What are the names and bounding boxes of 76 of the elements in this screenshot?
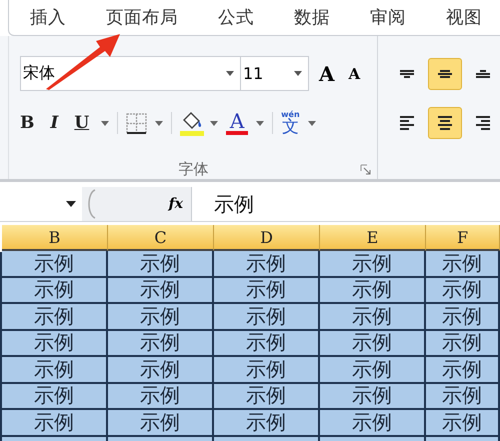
table-cell: 示例	[2, 330, 108, 357]
ribbon-tab[interactable]: 公式	[198, 0, 274, 36]
table-cell: 示例	[320, 330, 426, 357]
column-header[interactable]: E	[320, 225, 426, 251]
align-lines-icon	[397, 114, 417, 132]
table-cell: 示例	[426, 357, 500, 384]
group-label: 字体	[178, 160, 208, 179]
caret-icon[interactable]	[101, 120, 110, 126]
middle-align-button[interactable]	[428, 58, 462, 90]
italic-button[interactable]: I	[50, 113, 58, 133]
caret-icon	[226, 71, 234, 76]
ribbon-tab[interactable]: 视图	[426, 0, 500, 36]
table-cell: 示例	[426, 278, 500, 304]
table-cell: 示例	[214, 251, 320, 278]
table-cell: 示例	[2, 304, 108, 330]
table-cell: 示例	[108, 330, 214, 357]
font-name-dropdown[interactable]: 宋体	[20, 56, 241, 91]
grow-font-button[interactable]: A	[319, 62, 341, 86]
table-cell: 示例	[214, 384, 320, 410]
align-lines-icon	[397, 70, 417, 78]
table-cell: 示例	[320, 278, 426, 304]
column-header[interactable]: F	[426, 225, 500, 251]
ribbon-tab[interactable]: 审阅	[350, 0, 426, 36]
table-cell: 示例	[320, 251, 426, 278]
caret-icon[interactable]	[256, 120, 264, 126]
table-cell: 示例	[108, 278, 214, 304]
font-color-button[interactable]: A	[226, 111, 248, 135]
align-lines-icon	[435, 70, 455, 78]
align-lines-icon	[473, 70, 493, 78]
underline-button[interactable]: U	[74, 113, 90, 133]
bold-button[interactable]: B	[20, 113, 34, 133]
caret-icon[interactable]	[308, 120, 316, 126]
column-header[interactable]: B	[2, 225, 108, 251]
table-cell: 示例	[2, 357, 108, 384]
caret-icon[interactable]	[210, 120, 218, 126]
align-lines-icon	[435, 114, 455, 132]
table-cell: 示例	[320, 410, 426, 436]
table-cell: 示例	[214, 410, 320, 436]
table-cell: 示例	[214, 278, 320, 304]
table-cell: 示例	[426, 410, 500, 436]
table-cell: 示例	[108, 410, 214, 436]
table-cell: 示例	[2, 384, 108, 410]
center-align-button[interactable]	[428, 107, 462, 139]
table-cell: 示例	[214, 330, 320, 357]
table-cell: 示例	[108, 251, 214, 278]
table-cell: 示例	[426, 330, 500, 357]
column-header[interactable]: D	[214, 225, 320, 251]
caret-icon	[294, 71, 302, 76]
fill-color-icon[interactable]	[180, 110, 204, 136]
table-cell: 示例	[426, 304, 500, 330]
font-size-dropdown[interactable]: 11	[241, 56, 309, 91]
formula-input[interactable]: 示例	[214, 190, 254, 218]
table-cell: 示例	[108, 304, 214, 330]
table-cell: 示例	[108, 357, 214, 384]
table-cell: 示例	[320, 384, 426, 410]
caret-icon[interactable]	[155, 120, 164, 126]
table-cell: 示例	[426, 251, 500, 278]
phonetic-guide-button[interactable]: wén 文	[281, 110, 300, 136]
table-cell: 示例	[2, 410, 108, 436]
dialog-launcher-icon[interactable]	[360, 164, 371, 175]
table-cell: 示例	[214, 304, 320, 330]
ribbon-tab[interactable]: 页面布局	[86, 0, 198, 36]
table-cell: 示例	[426, 384, 500, 410]
align-lines-icon	[473, 114, 493, 132]
table-cell: 示例	[320, 304, 426, 330]
table-cell: 示例	[214, 357, 320, 384]
shrink-font-button[interactable]: A	[348, 64, 366, 82]
table-cell: 示例	[320, 357, 426, 384]
insert-function-button[interactable]: fx	[168, 196, 183, 212]
table-cell: 示例	[2, 278, 108, 304]
ribbon-tab[interactable]: 插入	[10, 0, 86, 36]
borders-icon[interactable]	[126, 112, 148, 134]
table-cell: 示例	[108, 384, 214, 410]
column-header[interactable]: C	[108, 225, 214, 251]
ribbon-tab[interactable]: 数据	[274, 0, 350, 36]
table-cell: 示例	[2, 251, 108, 278]
